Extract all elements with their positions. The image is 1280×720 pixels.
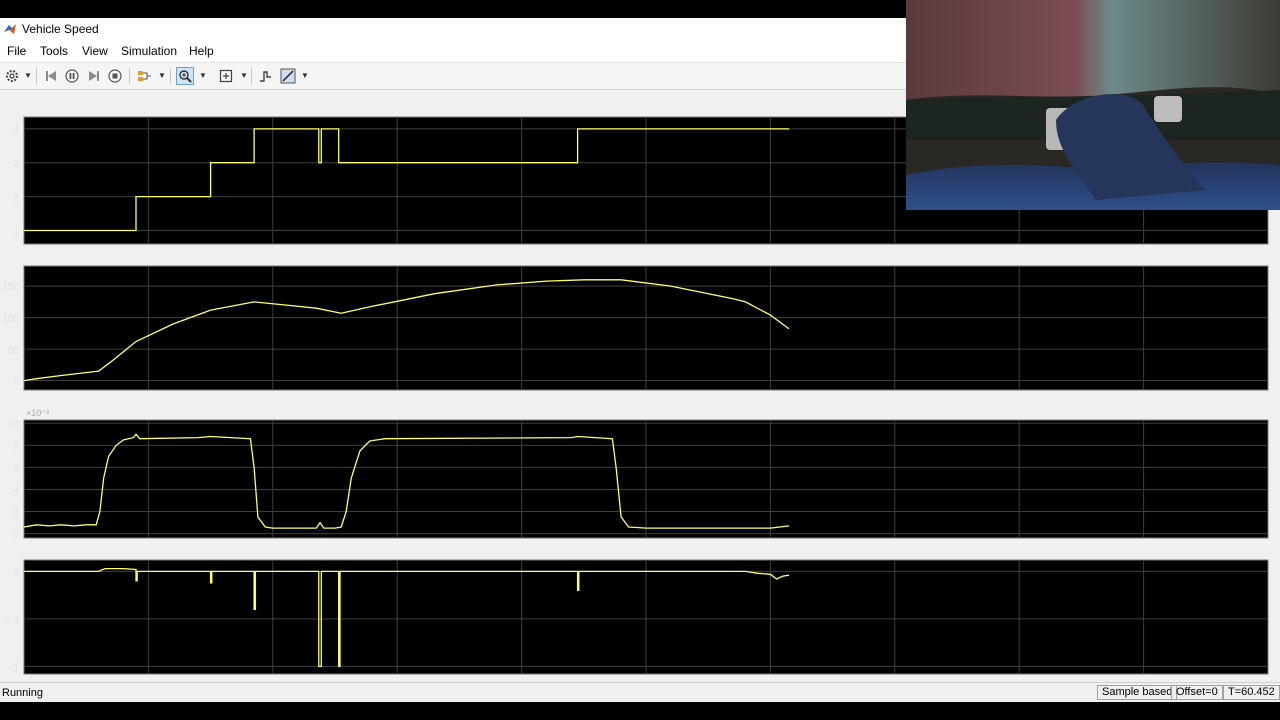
y-tick-label: 1 [13, 226, 19, 237]
y-tick-label: 6 [13, 463, 19, 474]
triggers-icon [260, 71, 271, 82]
highlight-dropdown-icon[interactable]: ▼ [158, 71, 166, 80]
highlight-signal-icon [138, 71, 151, 81]
y-axis-exponent-label: ×10⁻³ [26, 408, 49, 418]
menu-file[interactable]: File [7, 44, 26, 58]
pause-icon [65, 69, 79, 83]
y-tick-label: 4 [13, 485, 19, 496]
toolbar-separator [251, 68, 252, 84]
fit-dropdown-icon[interactable]: ▼ [240, 71, 248, 80]
y-tick-label: 0 [13, 567, 19, 578]
y-tick-label: 2 [13, 508, 19, 519]
webcam-overlay [906, 0, 1280, 210]
y-tick-label: -0.5 [2, 615, 20, 626]
zoom-in-icon [179, 70, 192, 83]
y-tick-label: 150 [2, 282, 19, 293]
y-tick-label: 50 [8, 345, 20, 356]
y-tick-label: 0 [13, 530, 19, 541]
y-tick-label: 10 [8, 419, 20, 430]
y-tick-label: 0 [13, 377, 19, 388]
y-tick-label: 8 [13, 441, 19, 452]
menu-simulation[interactable]: Simulation [121, 44, 177, 58]
y-tick-label: 3 [13, 159, 19, 170]
cursor-measurements-icon [280, 68, 296, 84]
stop-button[interactable] [106, 67, 124, 85]
status-bar: Running Sample based Offset=0 T=60.452 [0, 682, 1280, 702]
zoom-in-button[interactable] [176, 67, 194, 85]
pedal-camera-image [906, 0, 1280, 210]
pause-button[interactable] [63, 67, 81, 85]
highlight-signal-button[interactable] [135, 67, 153, 85]
stop-icon [108, 69, 122, 83]
settings-gear-icon [6, 70, 18, 82]
zoom-dropdown-icon[interactable]: ▼ [199, 71, 207, 80]
y-tick-label: 100 [2, 314, 19, 325]
settings-button[interactable] [3, 67, 21, 85]
window-title: Vehicle Speed [22, 22, 99, 36]
cursor-measurements-button[interactable] [279, 67, 297, 85]
measurements-dropdown-icon[interactable]: ▼ [301, 71, 309, 80]
settings-dropdown-icon[interactable]: ▼ [24, 71, 32, 80]
step-forward-icon [89, 71, 99, 81]
y-tick-label: 2 [13, 193, 19, 204]
toolbar-separator [36, 68, 37, 84]
toolbar-separator [170, 68, 171, 84]
step-forward-button[interactable] [85, 67, 103, 85]
sample-mode-indicator: Sample based [1097, 685, 1178, 700]
fit-to-view-button[interactable] [217, 67, 235, 85]
offset-indicator: Offset=0 [1171, 685, 1223, 700]
toolbar-separator [129, 68, 130, 84]
menu-view[interactable]: View [82, 44, 108, 58]
triggers-button[interactable] [256, 67, 274, 85]
fit-to-view-icon [219, 69, 233, 83]
matlab-logo-icon [4, 24, 16, 34]
status-text: Running [2, 687, 43, 699]
menu-help[interactable]: Help [189, 44, 214, 58]
y-tick-label: -1 [10, 662, 19, 673]
menu-tools[interactable]: Tools [40, 44, 68, 58]
y-tick-label: 4 [13, 125, 19, 136]
step-back-button[interactable] [42, 67, 60, 85]
step-back-icon [46, 71, 56, 81]
time-indicator: T=60.452 [1223, 685, 1280, 700]
